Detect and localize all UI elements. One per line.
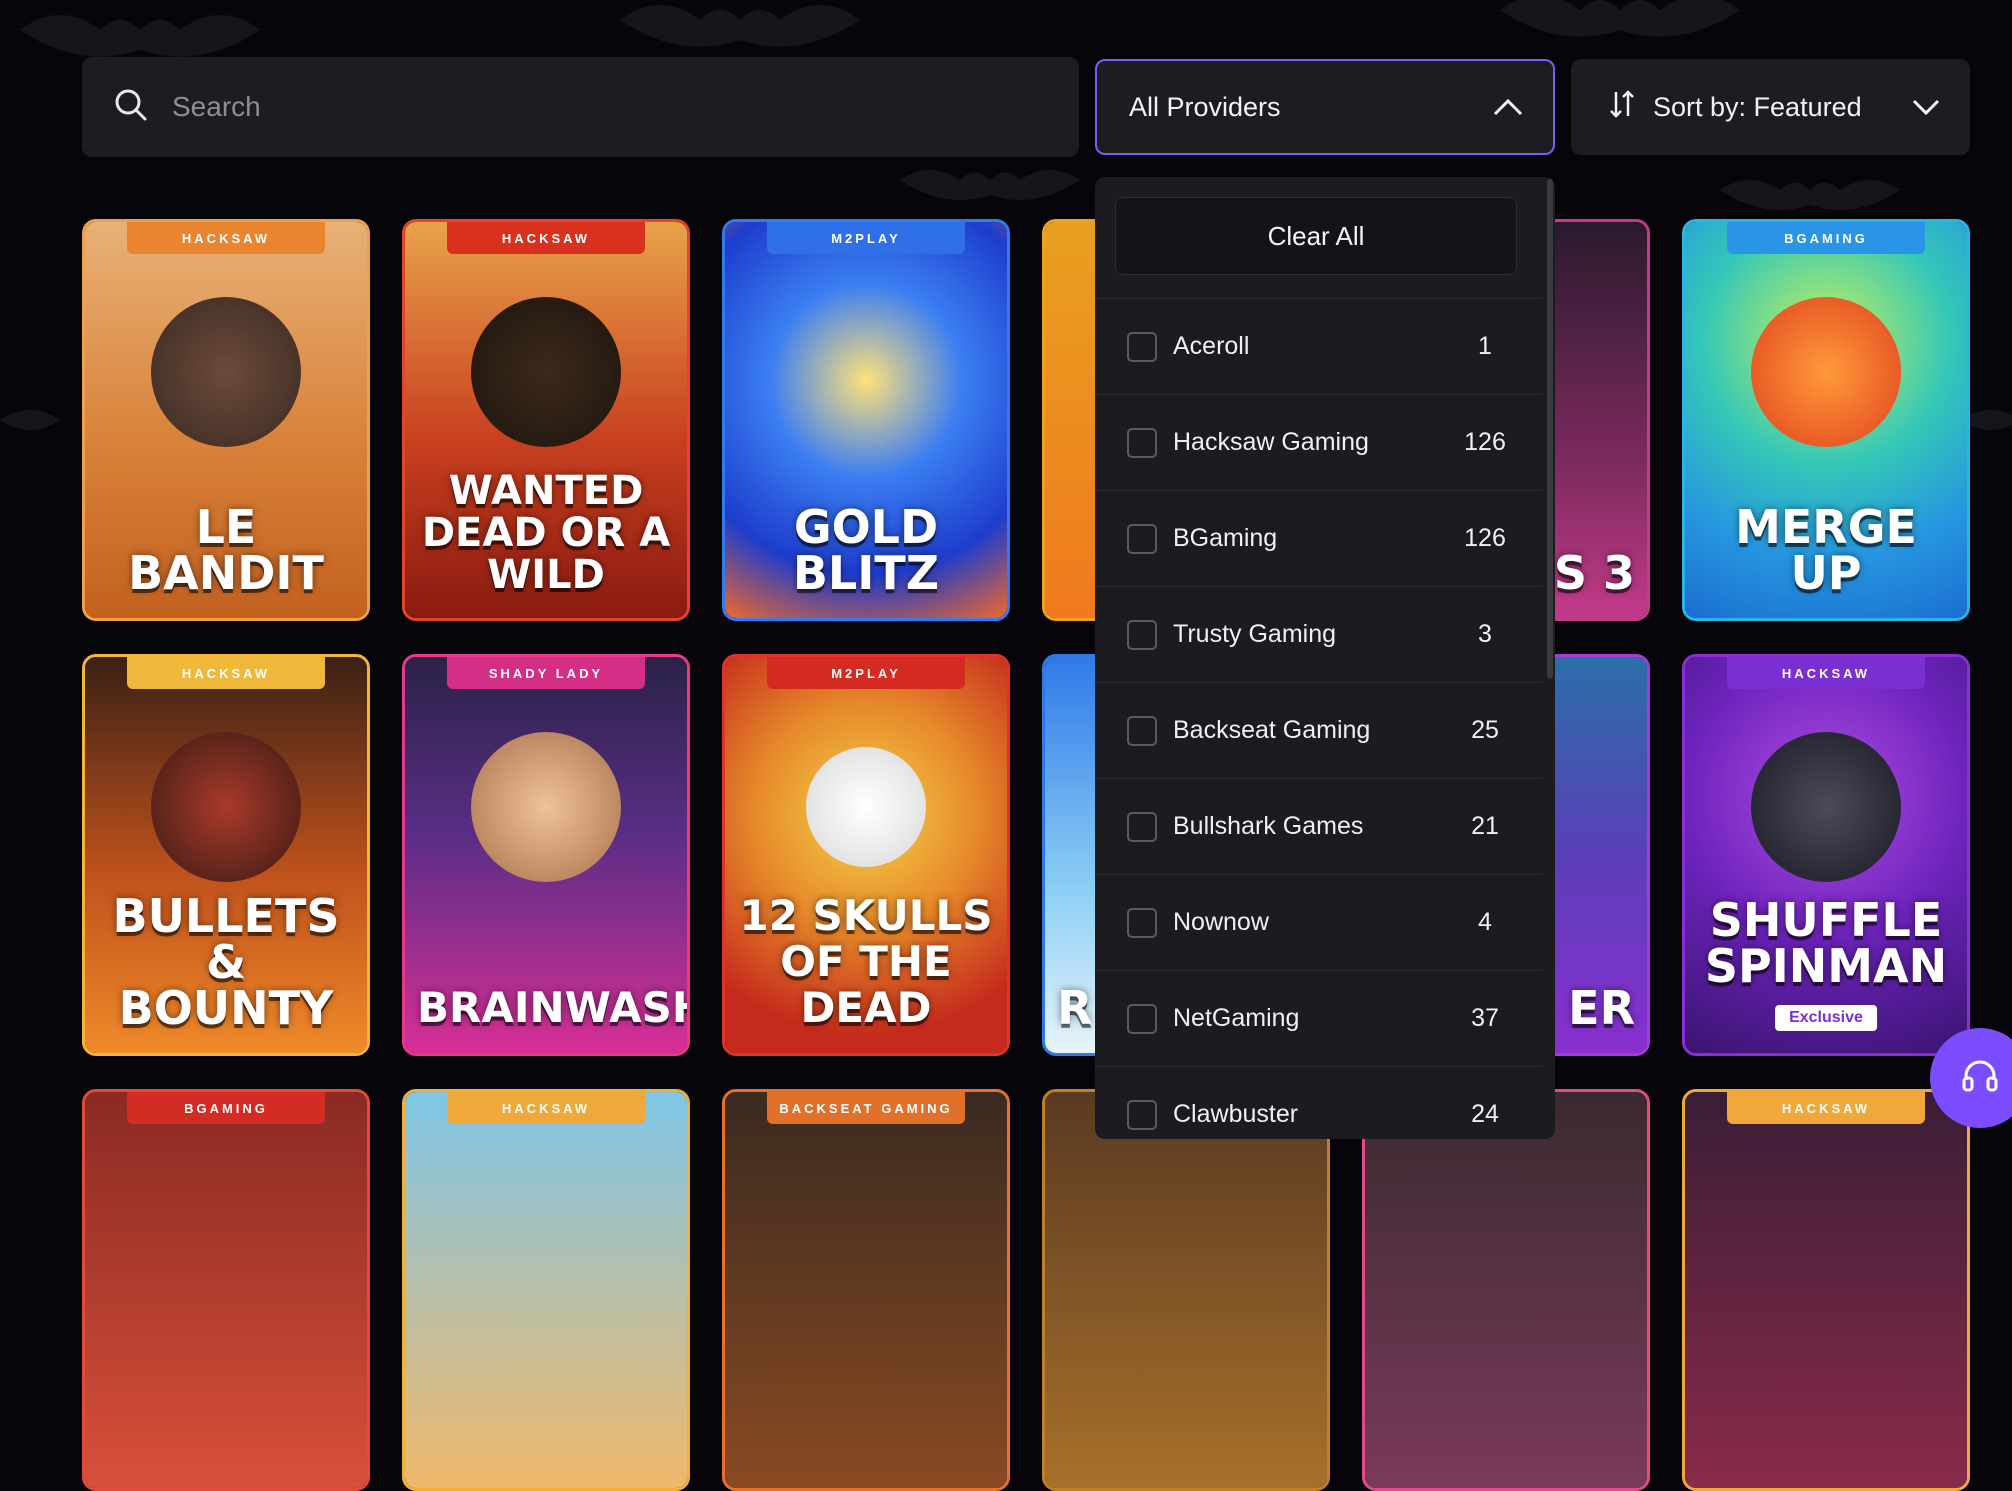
providers-filter-button[interactable]: All Providers [1095,59,1555,155]
provider-checkbox[interactable] [1127,907,1157,938]
game-title: BULLETS & BOUNTY [112,889,340,1035]
provider-tag: SHADY LADY [447,657,645,689]
provider-count: 37 [1471,1004,1499,1032]
provider-checkbox[interactable] [1127,619,1157,650]
search-bar[interactable] [82,57,1079,157]
sort-label: Sort by: Featured [1653,91,1862,122]
provider-option[interactable]: Bullshark Games 21 [1095,778,1543,874]
provider-option[interactable]: Hacksaw Gaming 126 [1095,394,1543,490]
provider-name: Hacksaw Gaming [1173,428,1369,456]
dropdown-scrollbar[interactable] [1547,179,1553,679]
game-card[interactable]: BGAMING [82,1089,370,1491]
game-card[interactable] [1042,1089,1330,1491]
provider-checkbox[interactable] [1127,427,1157,458]
provider-option[interactable]: Clawbuster 24 [1095,1066,1543,1139]
provider-tag: HACKSAW [1727,1092,1925,1124]
provider-option[interactable]: BGaming 126 [1095,490,1543,586]
game-title: GOLD BLITZ [792,500,940,600]
provider-checkbox[interactable] [1127,715,1157,746]
provider-checkbox[interactable] [1127,523,1157,554]
provider-count: 126 [1464,428,1506,456]
game-title: BRAINWASHED [417,983,687,1032]
game-card[interactable]: HACKSAW LE BANDIT [82,219,370,621]
game-card[interactable]: HACKSAW SHUFFLE SPINMAN Exclusive [1682,654,1970,1056]
chevron-up-icon [1493,92,1523,123]
game-card[interactable]: HACKSAW [402,1089,690,1491]
game-card[interactable] [1362,1089,1650,1491]
provider-option[interactable]: Aceroll 1 [1095,298,1543,394]
provider-tag: M2PLAY [767,657,965,689]
search-input[interactable] [170,90,1034,124]
provider-name: Clawbuster [1173,1100,1299,1128]
provider-count: 3 [1478,620,1492,648]
provider-option[interactable]: NetGaming 37 [1095,970,1543,1066]
provider-tag: HACKSAW [447,222,645,254]
provider-name: Bullshark Games [1173,812,1364,840]
provider-tag: HACKSAW [127,222,325,254]
provider-name: Aceroll [1173,332,1250,360]
provider-name: Backseat Gaming [1173,716,1371,744]
provider-option[interactable]: Nownow 4 [1095,874,1543,970]
game-card[interactable]: HACKSAW WANTED DEAD OR A WILD [402,219,690,621]
provider-name: Trusty Gaming [1173,620,1337,648]
provider-tag: HACKSAW [127,657,325,689]
provider-checkbox[interactable] [1127,1099,1157,1130]
provider-count: 1 [1478,332,1492,360]
headset-icon [1960,1056,2000,1101]
provider-count: 126 [1464,524,1506,552]
provider-name: Nownow [1173,908,1269,936]
provider-tag: BGAMING [1727,222,1925,254]
provider-option[interactable]: Backseat Gaming 25 [1095,682,1543,778]
provider-tag: BGAMING [127,1092,325,1124]
provider-checkbox[interactable] [1127,1003,1157,1034]
provider-count: 24 [1471,1100,1499,1128]
provider-tag: M2PLAY [767,222,965,254]
exclusive-badge: Exclusive [1775,1005,1877,1031]
game-card[interactable]: BACKSEAT GAMING [722,1089,1010,1491]
provider-count: 4 [1478,908,1492,936]
game-title: WANTED DEAD OR A WILD [421,468,671,598]
game-card[interactable]: HACKSAW BULLETS & BOUNTY [82,654,370,1056]
game-title: SHUFFLE SPINMAN [1704,893,1948,993]
providers-filter-label: All Providers [1129,91,1281,122]
game-card[interactable]: SHADY LADY BRAINWASHED [402,654,690,1056]
provider-name: BGaming [1173,524,1278,552]
clear-all-button[interactable]: Clear All [1115,197,1517,275]
game-title: MERGE UP [1735,500,1917,600]
search-icon [114,88,148,127]
sort-button[interactable]: Sort by: Featured [1571,59,1970,155]
provider-name: NetGaming [1173,1004,1300,1032]
game-card[interactable]: BGAMING MERGE UP [1682,219,1970,621]
provider-count: 21 [1471,812,1499,840]
game-title: LE BANDIT [128,500,324,600]
game-card[interactable]: M2PLAY GOLD BLITZ [722,219,1010,621]
provider-checkbox[interactable] [1127,331,1157,362]
provider-count: 25 [1471,716,1499,744]
provider-tag: HACKSAW [1727,657,1925,689]
provider-tag: HACKSAW [447,1092,645,1124]
chevron-down-icon [1912,92,1940,123]
game-card[interactable]: HACKSAW [1682,1089,1970,1491]
sort-icon [1609,89,1635,126]
providers-dropdown[interactable]: Clear All Aceroll 1 Hacksaw Gaming 126 B… [1095,177,1555,1139]
game-card[interactable]: M2PLAY 12 SKULLS OF THE DEAD [722,654,1010,1056]
provider-checkbox[interactable] [1127,811,1157,842]
game-title: 12 SKULLS OF THE DEAD [739,891,993,1032]
provider-tag: BACKSEAT GAMING [767,1092,965,1124]
provider-option[interactable]: Trusty Gaming 3 [1095,586,1543,682]
